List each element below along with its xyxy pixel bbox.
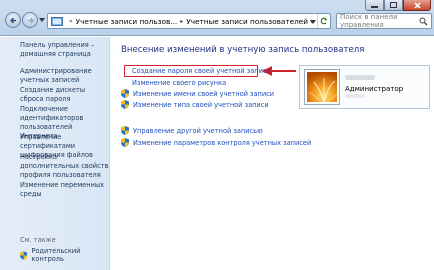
uac-settings-link[interactable]: Изменение параметров контроля учетных за… <box>121 138 311 147</box>
account-detail-blurred <box>345 94 365 98</box>
search-input[interactable]: Поиск в панели управления <box>336 13 432 29</box>
parental-controls-label: Родительский контроль <box>31 247 81 263</box>
see-also-label: См. также <box>20 236 56 244</box>
user-account-card: Администратор <box>299 65 430 109</box>
manage-another-account-link[interactable]: Управление другой учетной записью <box>121 126 263 135</box>
maximize-icon <box>390 2 397 8</box>
change-picture-link[interactable]: Изменение своего рисунка <box>132 79 226 87</box>
forward-button[interactable] <box>22 12 38 28</box>
account-role: Администратор <box>345 85 404 93</box>
sidebar-item-manage-accounts[interactable]: Администрирование учетных записей <box>20 67 108 85</box>
refresh-button[interactable] <box>317 14 330 28</box>
sidebar-item-advanced-profile-properties[interactable]: Настройка дополнительных свойств профиля… <box>20 153 110 180</box>
refresh-icon <box>320 17 328 25</box>
control-panel-icon <box>51 17 63 26</box>
uac-shield-icon <box>121 138 129 147</box>
change-account-name-link[interactable]: Изменение имени своей учетной записи <box>121 89 274 98</box>
uac-settings-label: Изменение параметров контроля учетных за… <box>133 138 312 147</box>
search-icon[interactable] <box>419 17 428 26</box>
create-password-label: Создание пароля своей учетной записи <box>132 67 271 75</box>
back-button[interactable] <box>5 12 21 28</box>
change-picture-label: Изменение своего рисунка <box>132 79 227 87</box>
flower-picture-icon <box>307 72 337 102</box>
uac-shield-icon <box>121 126 129 135</box>
breadcrumb-separator-icon: » <box>69 17 73 25</box>
breadcrumb: » Учетные записи пользов... ▸ Учетные за… <box>66 17 317 26</box>
forward-arrow-icon <box>28 17 34 24</box>
change-account-type-link[interactable]: Изменение типа своей учетной записи <box>121 100 269 109</box>
sidebar-item-environment-variables[interactable]: Изменение переменных среды <box>20 181 106 199</box>
username-blurred <box>345 75 375 80</box>
sidebar-item-password-reset-disk[interactable]: Создание дискеты сброса пароля <box>20 86 100 104</box>
left-task-pane: Панель управления – домашняя страница Ад… <box>0 37 110 270</box>
sidebar-item-control-panel-home[interactable]: Панель управления – домашняя страница <box>20 41 106 59</box>
minimize-button[interactable] <box>365 0 384 11</box>
change-account-name-label: Изменение имени своей учетной записи <box>133 89 275 98</box>
page-title: Внесение изменений в учетную запись поль… <box>121 45 365 55</box>
breadcrumb-item-1[interactable]: Учетные записи пользов... <box>76 17 178 26</box>
address-bar[interactable]: » Учетные записи пользов... ▸ Учетные за… <box>47 13 331 29</box>
sidebar-item-parental-controls[interactable]: Родительский контроль <box>20 247 109 263</box>
minimize-icon <box>371 5 378 8</box>
change-account-type-label: Изменение типа своей учетной записи <box>133 100 269 109</box>
title-bar: » Учетные записи пользов... ▸ Учетные за… <box>0 0 434 36</box>
window-controls <box>365 0 431 11</box>
main-content: Внесение изменений в учетную запись поль… <box>111 37 434 270</box>
address-dropdown-icon[interactable] <box>310 20 316 24</box>
close-button[interactable] <box>403 0 431 11</box>
breadcrumb-item-2[interactable]: Учетные записи пользователей <box>186 17 308 26</box>
close-icon <box>413 1 421 9</box>
search-placeholder: Поиск в панели управления <box>340 13 398 29</box>
maximize-button[interactable] <box>384 0 403 11</box>
uac-shield-icon <box>20 250 28 260</box>
avatar <box>305 70 339 104</box>
uac-shield-icon <box>121 89 129 98</box>
uac-shield-icon <box>121 100 129 109</box>
back-arrow-icon <box>10 17 16 24</box>
recent-pages-dropdown-icon[interactable] <box>39 18 45 22</box>
manage-another-account-label: Управление другой учетной записью <box>133 126 263 135</box>
create-password-link[interactable]: Создание пароля своей учетной записи <box>132 67 271 75</box>
breadcrumb-separator-icon[interactable]: ▸ <box>180 18 183 25</box>
